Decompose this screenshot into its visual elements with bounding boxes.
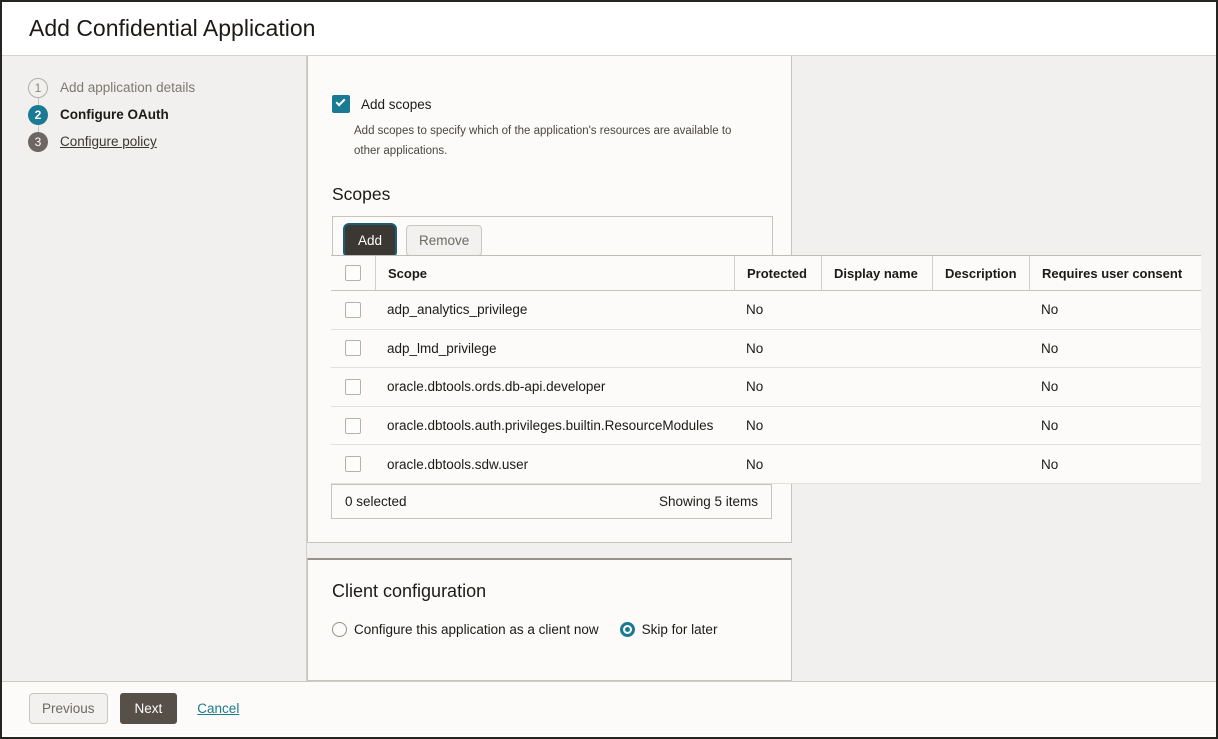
table-row[interactable]: oracle.dbtools.ords.db-api.developer No … [331, 368, 1201, 407]
remove-scope-button[interactable]: Remove [406, 225, 482, 256]
items-count: Showing 5 items [659, 494, 758, 509]
column-header-protected[interactable]: Protected [734, 256, 821, 290]
display-name-cell [821, 291, 932, 329]
add-scopes-label[interactable]: Add scopes [361, 97, 432, 112]
client-configuration-title: Client configuration [332, 581, 791, 602]
radio-selected-icon [620, 622, 635, 637]
table-row[interactable]: oracle.dbtools.sdw.user No No [331, 445, 1201, 484]
cancel-link[interactable]: Cancel [197, 701, 239, 716]
select-all-checkbox[interactable] [345, 265, 361, 281]
step-2-indicator: 2 [28, 105, 48, 125]
display-name-cell [821, 368, 932, 406]
wizard-steps-list: 1 Add application details 2 Configure OA… [2, 56, 306, 155]
protected-cell: No [734, 368, 821, 406]
checkmark-icon [336, 97, 346, 107]
table-row[interactable]: oracle.dbtools.auth.privileges.builtin.R… [331, 407, 1201, 446]
description-cell [932, 407, 1029, 445]
step-2-label: Configure OAuth [60, 107, 169, 122]
row-checkbox[interactable] [345, 340, 361, 356]
scopes-table-header: Scope Protected Display name Description… [331, 255, 1201, 291]
display-name-cell [821, 330, 932, 368]
radio-skip-for-later-label: Skip for later [642, 622, 718, 637]
protected-cell: No [734, 330, 821, 368]
requires-user-consent-cell: No [1029, 330, 1201, 368]
radio-configure-client-now-label: Configure this application as a client n… [354, 622, 599, 637]
selected-count: 0 selected [345, 494, 407, 509]
dialog-body: 1 Add application details 2 Configure OA… [2, 56, 1216, 681]
requires-user-consent-cell: No [1029, 445, 1201, 483]
row-checkbox[interactable] [345, 302, 361, 318]
row-checkbox-cell [331, 368, 375, 406]
select-all-header-cell [331, 256, 375, 290]
table-row[interactable]: adp_lmd_privilege No No [331, 330, 1201, 369]
protected-cell: No [734, 407, 821, 445]
step-3-indicator: 3 [28, 132, 48, 152]
column-header-requires-user-consent[interactable]: Requires user consent [1029, 256, 1201, 290]
dialog-footer: Previous Next Cancel [2, 681, 1216, 735]
radio-unselected-icon [332, 622, 347, 637]
requires-user-consent-cell: No [1029, 368, 1201, 406]
wizard-steps-sidebar: 1 Add application details 2 Configure OA… [2, 56, 307, 681]
client-configuration-panel: Client configuration Configure this appl… [307, 558, 792, 681]
display-name-cell [821, 407, 932, 445]
description-cell [932, 368, 1029, 406]
next-button[interactable]: Next [120, 693, 178, 724]
scope-cell: adp_lmd_privilege [375, 330, 734, 368]
client-configuration-options: Configure this application as a client n… [332, 622, 791, 637]
protected-cell: No [734, 445, 821, 483]
step-3-link[interactable]: Configure policy [60, 134, 157, 149]
column-header-scope[interactable]: Scope [375, 256, 734, 290]
radio-configure-client-now[interactable]: Configure this application as a client n… [332, 622, 599, 637]
step-add-application-details[interactable]: 1 Add application details [28, 74, 306, 101]
radio-skip-for-later[interactable]: Skip for later [620, 622, 718, 637]
step-1-indicator: 1 [28, 78, 48, 98]
protected-cell: No [734, 291, 821, 329]
scopes-table-footer: 0 selected Showing 5 items [331, 484, 772, 519]
scope-cell: adp_analytics_privilege [375, 291, 734, 329]
scope-cell: oracle.dbtools.sdw.user [375, 445, 734, 483]
table-row[interactable]: adp_analytics_privilege No No [331, 291, 1201, 330]
description-cell [932, 291, 1029, 329]
row-checkbox-cell [331, 330, 375, 368]
add-scope-button[interactable]: Add [345, 225, 395, 256]
scopes-table-body: adp_analytics_privilege No No adp_lmd_pr… [331, 291, 1201, 484]
requires-user-consent-cell: No [1029, 407, 1201, 445]
scope-cell: oracle.dbtools.auth.privileges.builtin.R… [375, 407, 734, 445]
add-scopes-row: Add scopes [332, 95, 791, 113]
column-header-display-name[interactable]: Display name [821, 256, 932, 290]
scope-cell: oracle.dbtools.ords.db-api.developer [375, 368, 734, 406]
page-title: Add Confidential Application [29, 15, 315, 42]
row-checkbox-cell [331, 445, 375, 483]
scopes-section-title: Scopes [332, 184, 791, 205]
description-cell [932, 445, 1029, 483]
row-checkbox[interactable] [345, 379, 361, 395]
row-checkbox[interactable] [345, 418, 361, 434]
dialog-header: Add Confidential Application [2, 2, 1216, 56]
step-configure-oauth[interactable]: 2 Configure OAuth [28, 101, 306, 128]
previous-button[interactable]: Previous [29, 693, 108, 724]
step-configure-policy[interactable]: 3 Configure policy [28, 128, 306, 155]
row-checkbox[interactable] [345, 456, 361, 472]
display-name-cell [821, 445, 932, 483]
add-confidential-application-dialog: Add Confidential Application 1 Add appli… [0, 0, 1218, 739]
column-header-description[interactable]: Description [932, 256, 1029, 290]
add-scopes-description: Add scopes to specify which of the appli… [354, 121, 754, 161]
add-scopes-checkbox[interactable] [332, 95, 350, 113]
description-cell [932, 330, 1029, 368]
requires-user-consent-cell: No [1029, 291, 1201, 329]
scopes-table: Scope Protected Display name Description… [331, 255, 1201, 484]
step-1-label: Add application details [60, 80, 195, 95]
row-checkbox-cell [331, 407, 375, 445]
row-checkbox-cell [331, 291, 375, 329]
